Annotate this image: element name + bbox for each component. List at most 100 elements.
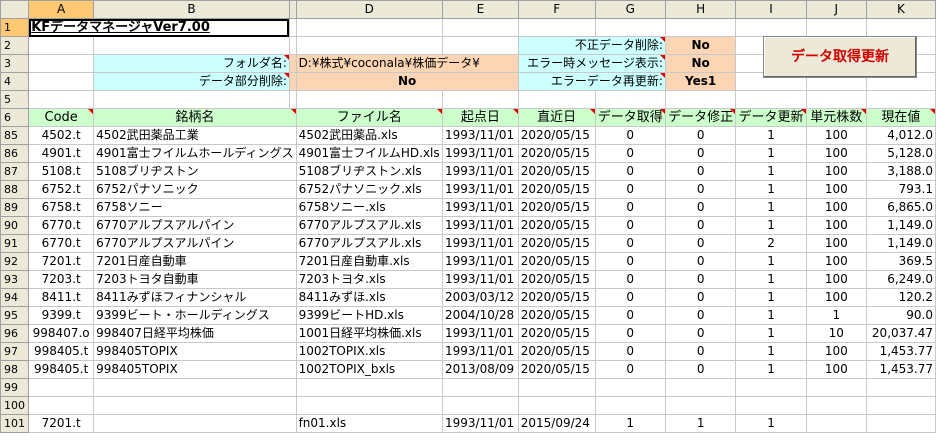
row-header[interactable]: 85 <box>0 126 30 145</box>
cell-current-price[interactable]: 20,037.47 <box>865 324 936 343</box>
cell-current-price[interactable]: 90.0 <box>865 306 936 325</box>
cell-start-date[interactable]: 1993/11/01 <box>442 342 519 361</box>
cell-file-name[interactable]: 4901富士フイルムHD.xls <box>295 144 444 163</box>
data-part-delete-value[interactable]: No <box>295 72 519 91</box>
cell-data-update[interactable]: 2 <box>735 234 807 253</box>
row-header[interactable]: 90 <box>0 216 30 235</box>
cell-latest-date[interactable]: 2020/05/15 <box>517 234 596 253</box>
cell-data-fix[interactable]: 0 <box>664 234 737 253</box>
cell-unit-shares[interactable]: 100 <box>805 288 867 307</box>
cell-stock-name[interactable]: 998405TOPIX <box>93 342 297 361</box>
cell-start-date[interactable]: 2013/08/09 <box>442 360 519 379</box>
cell-stock-name[interactable]: 998407日経平均株価 <box>93 324 297 343</box>
cell-unit-shares[interactable]: 100 <box>805 216 867 235</box>
cell-data-update[interactable]: 1 <box>735 162 807 181</box>
cell-data-update[interactable]: 1 <box>735 144 807 163</box>
cell-unit-shares[interactable]: 1 <box>805 306 867 325</box>
cell-file-name[interactable]: fn01.xls <box>295 414 444 433</box>
header-current-price[interactable]: 現在値 <box>865 108 936 127</box>
cell-code[interactable]: 6770.t <box>28 216 95 235</box>
cell-data-update[interactable]: 1 <box>735 180 807 199</box>
cell-code[interactable] <box>28 378 95 397</box>
column-header-d[interactable]: D <box>295 0 444 19</box>
cell-code[interactable]: 7201.t <box>28 252 95 271</box>
cell-data-update[interactable] <box>735 378 807 397</box>
cell-data-get[interactable]: 0 <box>594 288 666 307</box>
cell-start-date[interactable]: 2004/10/28 <box>442 306 519 325</box>
cell-data-fix[interactable]: 0 <box>664 288 737 307</box>
cell-data-update[interactable]: 1 <box>735 270 807 289</box>
cell-current-price[interactable]: 369.5 <box>865 252 936 271</box>
cell-data-update[interactable]: 1 <box>735 306 807 325</box>
cell-unit-shares[interactable] <box>805 414 867 433</box>
column-header-b[interactable]: B <box>93 0 290 19</box>
column-header-a[interactable]: A <box>28 0 95 19</box>
cell[interactable] <box>28 54 95 73</box>
cell-latest-date[interactable]: 2020/05/15 <box>517 252 596 271</box>
cell-data-get[interactable]: 0 <box>594 234 666 253</box>
cell[interactable] <box>865 18 936 37</box>
cell-stock-name[interactable] <box>93 378 297 397</box>
cell-data-get[interactable]: 0 <box>594 306 666 325</box>
cell[interactable] <box>865 90 936 109</box>
cell-data-fix[interactable]: 1 <box>664 414 737 433</box>
cell-data-get[interactable] <box>594 378 666 397</box>
cell-code[interactable] <box>28 396 95 415</box>
row-header[interactable]: 1 <box>0 18 30 37</box>
row-header[interactable]: 6 <box>0 108 30 127</box>
cell-file-name[interactable]: 6770アルプスアル.xls <box>295 234 444 253</box>
cell-data-update[interactable]: 1 <box>735 414 807 433</box>
cell-file-name[interactable]: 1002TOPIX_bxls <box>295 360 444 379</box>
column-header-g[interactable]: G <box>594 0 666 19</box>
cell-unit-shares[interactable]: 100 <box>805 342 867 361</box>
cell-data-fix[interactable]: 0 <box>664 252 737 271</box>
cell-data-fix[interactable] <box>664 396 737 415</box>
row-header[interactable]: 92 <box>0 252 30 271</box>
cell-code[interactable]: 998405.t <box>28 342 95 361</box>
row-header[interactable]: 91 <box>0 234 30 253</box>
cell[interactable] <box>442 36 519 55</box>
cell[interactable] <box>295 36 444 55</box>
cell-current-price[interactable] <box>865 378 936 397</box>
cell-unit-shares[interactable]: 100 <box>805 234 867 253</box>
cell[interactable] <box>735 90 807 109</box>
cell-start-date[interactable]: 1993/11/01 <box>442 216 519 235</box>
cell[interactable] <box>805 18 867 37</box>
column-header-c[interactable]: C <box>288 0 297 19</box>
row-header[interactable]: 89 <box>0 198 30 217</box>
column-header-f[interactable]: F <box>517 0 596 19</box>
cell-stock-name[interactable] <box>93 396 297 415</box>
cell-stock-name[interactable]: 4901富士フイルムホールディングス <box>93 144 297 163</box>
row-header[interactable]: 86 <box>0 144 30 163</box>
cell-code[interactable]: 4502.t <box>28 126 95 145</box>
cell-data-fix[interactable]: 0 <box>664 126 737 145</box>
cell-data-update[interactable]: 1 <box>735 342 807 361</box>
row-header[interactable]: 4 <box>0 72 30 91</box>
cell-data-update[interactable]: 1 <box>735 198 807 217</box>
cell-data-get[interactable] <box>594 396 666 415</box>
cell[interactable] <box>735 18 807 37</box>
cell-file-name[interactable]: 1002TOPIX.xls <box>295 342 444 361</box>
cell-data-get[interactable]: 0 <box>594 162 666 181</box>
cell-current-price[interactable]: 1,149.0 <box>865 216 936 235</box>
cell-code[interactable]: 5108.t <box>28 162 95 181</box>
cell-latest-date[interactable]: 2020/05/15 <box>517 288 596 307</box>
header-start-date[interactable]: 起点日 <box>442 108 519 127</box>
cell-code[interactable]: 4901.t <box>28 144 95 163</box>
cell-file-name[interactable]: 1001日経平均株価.xls <box>295 324 444 343</box>
cell[interactable] <box>517 90 596 109</box>
cell-stock-name[interactable] <box>93 414 297 433</box>
cell-start-date[interactable]: 1993/11/01 <box>442 126 519 145</box>
cell[interactable] <box>594 18 666 37</box>
cell-start-date[interactable]: 1993/11/01 <box>442 324 519 343</box>
cell-unit-shares[interactable] <box>805 396 867 415</box>
cell-code[interactable]: 6770.t <box>28 234 95 253</box>
cell-latest-date[interactable]: 2020/05/15 <box>517 126 596 145</box>
cell-latest-date[interactable]: 2020/05/15 <box>517 144 596 163</box>
cell-current-price[interactable]: 793.1 <box>865 180 936 199</box>
cell-start-date[interactable] <box>442 378 519 397</box>
cell-data-update[interactable]: 1 <box>735 360 807 379</box>
app-title-cell[interactable]: KFデータマネージャVer7.00 <box>28 18 290 37</box>
cell-file-name[interactable]: 8411みずほ.xls <box>295 288 444 307</box>
header-data-update[interactable]: データ更新 <box>735 108 807 127</box>
